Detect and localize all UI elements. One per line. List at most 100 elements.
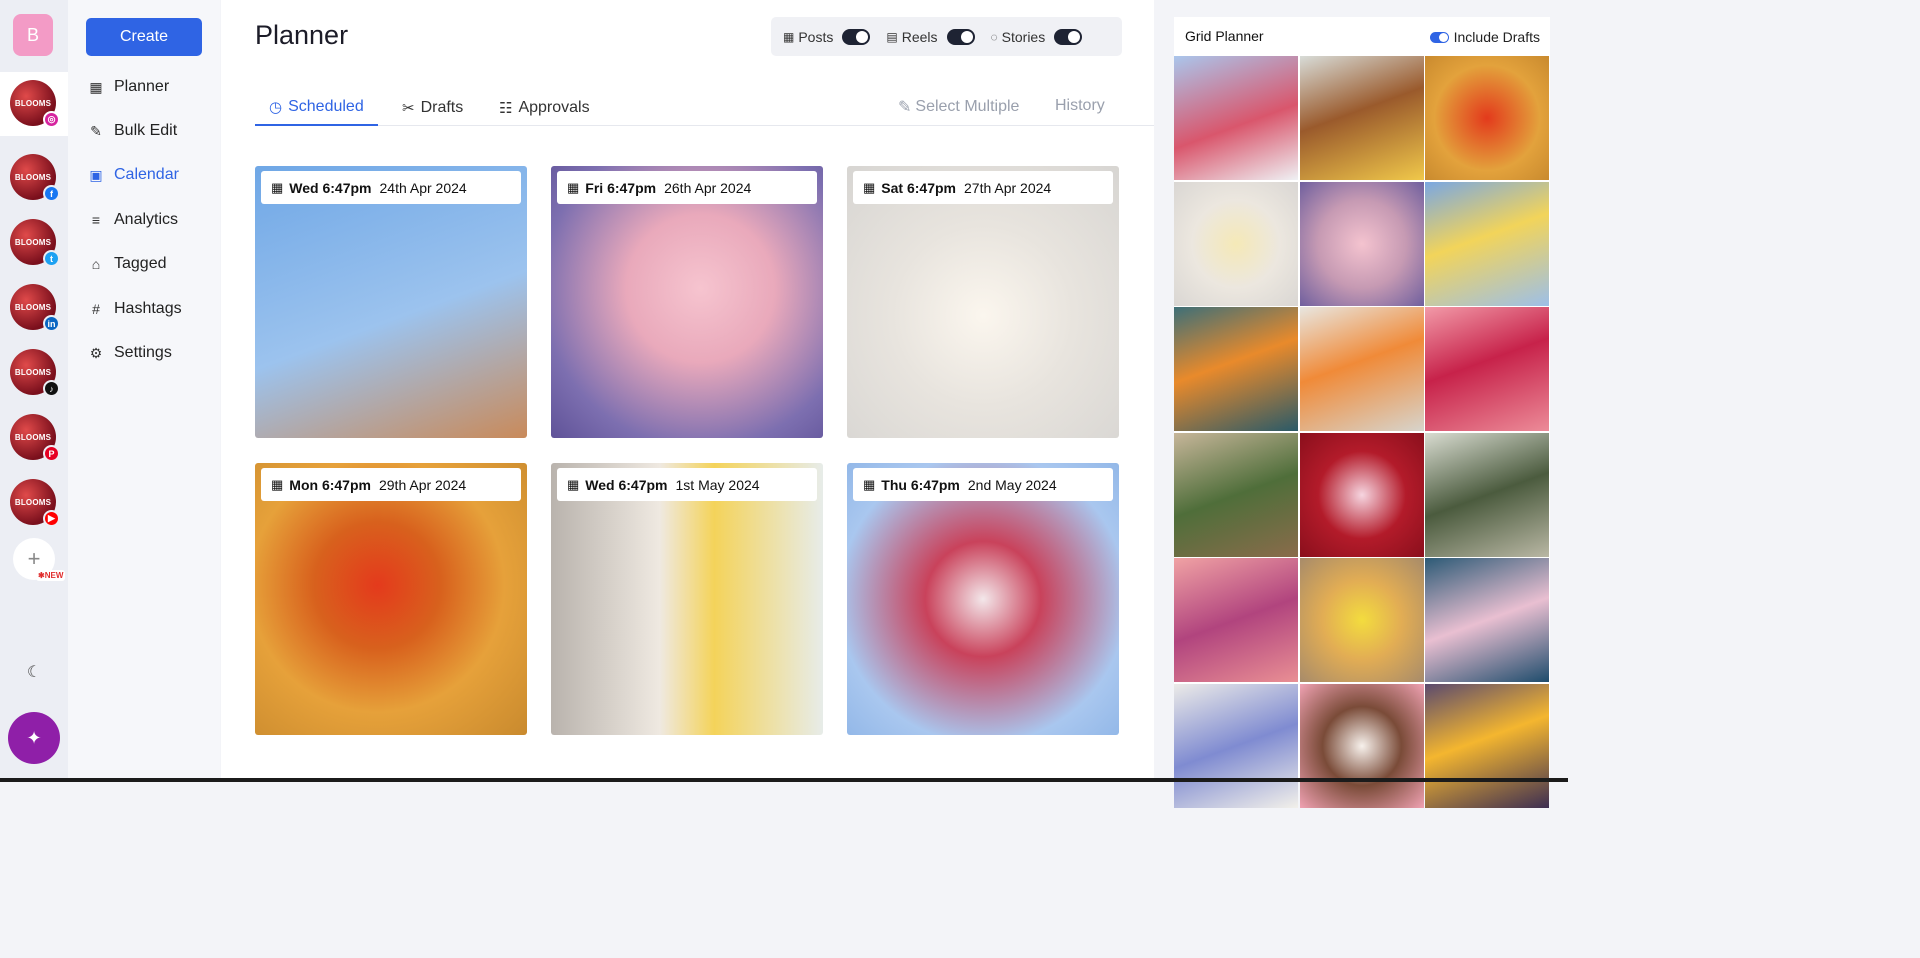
nav-item-settings[interactable]: ⚙ Settings <box>88 340 172 366</box>
grid-planner-thumbnail[interactable] <box>1174 558 1298 682</box>
post-date-label: ▦ Sat 6:47pm 27th Apr 2024 <box>853 171 1113 204</box>
instagram-icon: ◎ <box>43 111 60 128</box>
toggle-switch[interactable] <box>842 28 871 45</box>
tab-approvals[interactable]: ☷ Approvals <box>499 90 590 126</box>
account-instagram[interactable]: BLOOMS ◎ <box>0 72 68 136</box>
post-date: 26th Apr 2024 <box>664 179 752 196</box>
grid-planner-title: Grid Planner <box>1185 28 1264 44</box>
grid-planner-thumbnail[interactable] <box>1425 181 1549 306</box>
nav-item-label: Hashtags <box>114 300 182 317</box>
tab-scheduled[interactable]: ◷ Scheduled <box>255 90 378 126</box>
include-drafts-label: Include Drafts <box>1453 29 1540 45</box>
post-day-time: Fri 6:47pm <box>585 179 657 196</box>
nav-item-label: Settings <box>114 344 172 361</box>
grid-planner-thumbnail[interactable] <box>1174 683 1298 808</box>
grid-planner-thumbnail[interactable] <box>1425 558 1549 682</box>
main-panel: Planner ▦ Posts ▤ Reels ◌ Stories ◷ Scheduled ✂… <box>221 0 1154 782</box>
nav-item-label: Analytics <box>114 211 179 228</box>
grid-planner-thumbnail[interactable] <box>1174 307 1298 431</box>
grid-icon: ▦ <box>271 179 284 195</box>
ai-assistant-button[interactable]: ✦ <box>8 712 60 764</box>
stories-icon: ◌ <box>990 29 998 44</box>
grid-planner-thumbnail[interactable] <box>1425 307 1549 431</box>
nav-item-planner[interactable]: ▦ Planner <box>88 74 169 100</box>
nav-item-analytics[interactable]: ≡ Analytics <box>88 207 178 233</box>
post-day-time: Wed 6:47pm <box>585 476 668 493</box>
scheduled-post-card[interactable]: ▦ Sat 6:47pm 27th Apr 2024 <box>847 166 1119 438</box>
grid-planner-thumbnail[interactable] <box>1425 683 1549 808</box>
nav-item-hashtags[interactable]: # Hashtags <box>88 296 182 322</box>
gear-icon: ⚙ <box>89 344 103 361</box>
toggle-posts[interactable]: ▦ Posts <box>783 28 871 45</box>
nav-item-calendar[interactable]: ▣ Calendar <box>88 162 179 188</box>
account-youtube[interactable]: BLOOMS ▶ <box>10 479 60 527</box>
post-date-label: ▦ Fri 6:47pm 26th Apr 2024 <box>557 171 817 204</box>
grid-planner-thumbnail[interactable] <box>1174 56 1298 180</box>
page-title: Planner <box>255 20 349 50</box>
nav-item-label: Bulk Edit <box>114 122 178 139</box>
account-pinterest[interactable]: BLOOMS P <box>10 414 60 462</box>
reels-icon: ▤ <box>886 29 898 44</box>
tab-label: Approvals <box>518 99 590 116</box>
create-button[interactable]: Create <box>86 18 202 56</box>
toggle-reels[interactable]: ▤ Reels <box>886 28 975 45</box>
toggle-switch[interactable] <box>1429 31 1449 43</box>
grid-planner-grid <box>1174 56 1550 808</box>
tab-label: Drafts <box>420 99 464 116</box>
approvals-icon: ☷ <box>499 100 513 117</box>
account-twitter[interactable]: BLOOMS t <box>10 219 60 267</box>
select-multiple-button[interactable]: ✎ Select Multiple <box>898 97 1019 117</box>
grid-planner-thumbnail[interactable] <box>1174 181 1298 306</box>
grid-icon: ▦ <box>271 476 284 492</box>
grid-planner-thumbnail[interactable] <box>1174 432 1298 557</box>
account-tiktok[interactable]: BLOOMS ♪ <box>10 349 60 397</box>
toggle-label: Stories <box>1001 28 1046 45</box>
post-date: 27th Apr 2024 <box>964 179 1052 196</box>
scheduled-post-card[interactable]: ▦ Wed 6:47pm 1st May 2024 <box>551 463 823 735</box>
account-linkedin[interactable]: BLOOMS in <box>10 284 60 332</box>
tab-drafts[interactable]: ✂ Drafts <box>402 90 463 126</box>
theme-toggle-icon[interactable]: ☾ <box>24 662 44 682</box>
nav-item-label: Planner <box>114 78 170 95</box>
toggle-stories[interactable]: ◌ Stories <box>990 28 1083 45</box>
toggle-switch[interactable] <box>1054 28 1083 45</box>
account-facebook[interactable]: BLOOMS f <box>10 154 60 202</box>
edit-icon: ✎ <box>90 122 102 139</box>
scheduled-post-card[interactable]: ▦ Mon 6:47pm 29th Apr 2024 <box>255 463 527 735</box>
grid-icon: ▦ <box>863 476 876 492</box>
hashtag-icon: # <box>92 301 100 317</box>
grid-planner-thumbnail[interactable] <box>1425 432 1549 557</box>
scheduled-post-card[interactable]: ▦ Fri 6:47pm 26th Apr 2024 <box>551 166 823 438</box>
grid-icon: ▦ <box>567 179 580 195</box>
post-date: 1st May 2024 <box>675 476 760 493</box>
select-multiple-label: Select Multiple <box>915 98 1020 115</box>
post-date: 29th Apr 2024 <box>378 476 467 493</box>
grid-planner-thumbnail[interactable] <box>1425 56 1549 180</box>
grid-planner-thumbnail[interactable] <box>1299 432 1424 557</box>
content-type-toggles: ▦ Posts ▤ Reels ◌ Stories <box>771 17 1122 56</box>
nav-item-bulk-edit[interactable]: ✎ Bulk Edit <box>88 118 177 144</box>
grid-planner-thumbnail[interactable] <box>1299 683 1424 808</box>
youtube-icon: ▶ <box>43 510 60 527</box>
post-date: 24th Apr 2024 <box>379 179 467 196</box>
scheduled-post-card[interactable]: ▦ Wed 6:47pm 24th Apr 2024 <box>255 166 527 438</box>
history-button[interactable]: History <box>1055 97 1105 115</box>
scheduled-post-card[interactable]: ▦ Thu 6:47pm 2nd May 2024 <box>847 463 1119 735</box>
grid-icon: ▦ <box>863 179 876 195</box>
calendar-icon: ▣ <box>89 166 103 183</box>
grid-planner-thumbnail[interactable] <box>1299 56 1424 180</box>
nav-sidebar: Create ▦ Planner ✎ Bulk Edit ▣ Calendar ≡ Analy… <box>68 0 220 782</box>
pinterest-icon: P <box>43 445 60 462</box>
grid-icon: ▦ <box>89 78 103 95</box>
toggle-switch[interactable] <box>946 28 975 45</box>
tab-label: Scheduled <box>288 98 364 115</box>
nav-item-tagged[interactable]: ⌂ Tagged <box>88 251 167 277</box>
grid-planner-thumbnail[interactable] <box>1299 181 1424 306</box>
include-drafts-toggle[interactable]: Include Drafts <box>1429 29 1540 45</box>
drafts-icon: ✂ <box>402 100 415 117</box>
grid-planner-thumbnail[interactable] <box>1299 558 1424 682</box>
grid-planner-thumbnail[interactable] <box>1299 307 1424 431</box>
post-date: 2nd May 2024 <box>967 476 1057 493</box>
clock-icon: ◷ <box>269 99 283 116</box>
brand-avatar[interactable]: B <box>13 14 53 56</box>
